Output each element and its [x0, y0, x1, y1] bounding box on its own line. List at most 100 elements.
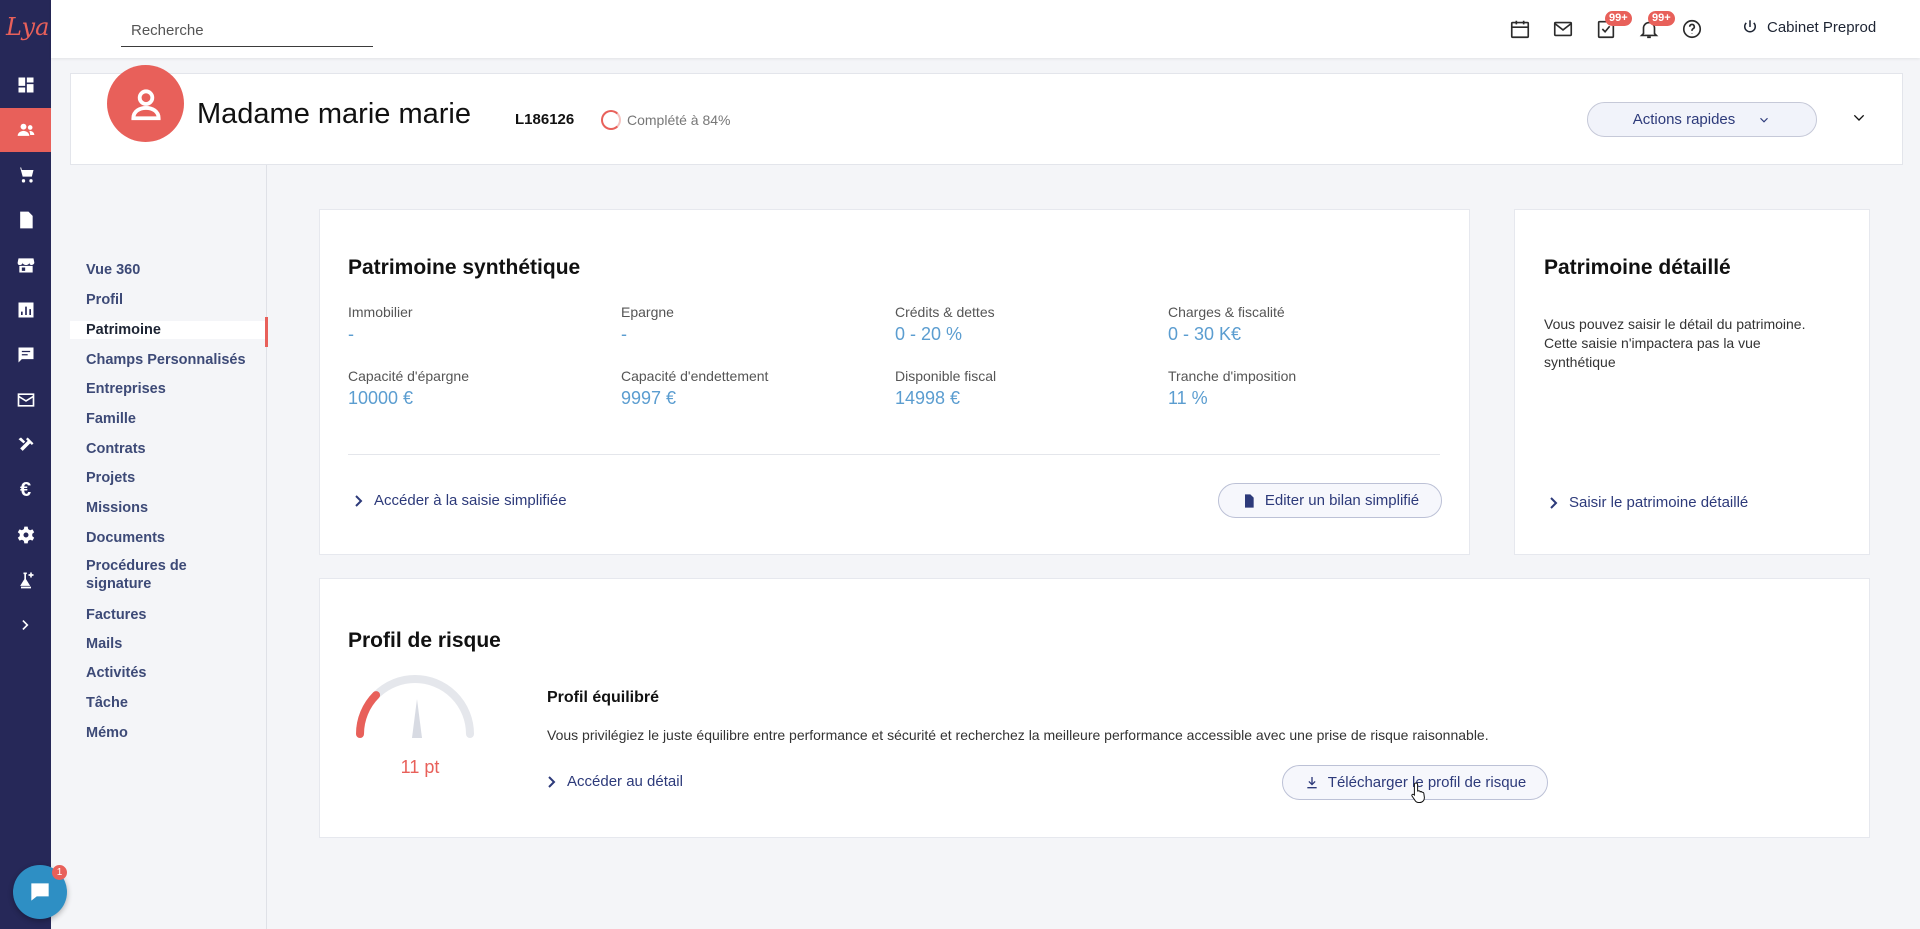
chevron-down-icon [1760, 117, 1769, 123]
subnav-item-famille[interactable]: Famille [70, 410, 267, 428]
collapse-header-button[interactable] [1851, 110, 1871, 130]
subnav-item-patrimoine[interactable]: Patrimoine [70, 317, 268, 347]
subnav-item-contrats[interactable]: Contrats [70, 440, 267, 458]
field-label: Tranche d'imposition [1168, 368, 1297, 384]
gauge-needle [412, 699, 422, 738]
field-capacite-epargne: Capacité d'épargne 10000 € [348, 368, 608, 409]
app-rail: Lya € [0, 0, 51, 929]
risk-gauge [356, 675, 474, 738]
chat-bubble-icon [31, 883, 49, 901]
field-value: 14998 € [895, 388, 961, 408]
card-title: Patrimoine synthétique [348, 256, 581, 279]
link-label: Saisir le patrimoine détaillé [1569, 494, 1749, 511]
power-icon [1744, 20, 1756, 33]
field-value: 0 - 30 K€ [1168, 324, 1242, 344]
euro-icon[interactable]: € [0, 468, 51, 512]
user-icon [130, 88, 161, 120]
quick-actions-label: Actions rapides [1632, 111, 1736, 128]
app-logo[interactable]: Lya [6, 12, 49, 42]
field-label: Immobilier [348, 304, 413, 320]
field-charges-fiscalite: Charges & fiscalité 0 - 30 K€ [1168, 304, 1428, 345]
patrimoine-synthetique-card: Patrimoine synthétique Immobilier - Eparg… [319, 209, 1470, 555]
field-label: Capacité d'endettement [621, 368, 769, 384]
field-label: Epargne [621, 304, 674, 320]
acceder-detail-link[interactable]: Accéder au détail [547, 773, 683, 790]
chat-launcher-button[interactable]: 1 [13, 865, 67, 919]
download-icon [1307, 776, 1317, 788]
card-description: Vous pouvez saisir le détail du patrimoi… [1544, 316, 1806, 370]
field-value: 0 - 20 % [895, 324, 963, 344]
field-value: 11 % [1168, 388, 1208, 408]
subnav-item-tache[interactable]: Tâche [70, 694, 267, 712]
subnav-item-vue-360[interactable]: Vue 360 [70, 261, 267, 279]
field-label: Charges & fiscalité [1168, 304, 1285, 320]
saisie-simplifiee-link[interactable]: Accéder à la saisie simplifiée [354, 492, 567, 509]
subnav-item-memo[interactable]: Mémo [70, 724, 267, 742]
chat-unread-badge: 1 [52, 865, 67, 880]
chart-icon[interactable] [0, 288, 51, 332]
client-name: Madame marie marie [197, 98, 471, 130]
field-label: Capacité d'épargne [348, 368, 469, 384]
tools-icon[interactable] [0, 423, 51, 467]
chevron-right-icon [548, 775, 556, 788]
divider [348, 454, 1440, 455]
subnav-item-champs-personnalises[interactable]: Champs Personnalisés [70, 351, 267, 369]
calendar-icon[interactable] [1509, 18, 1531, 40]
link-label: Accéder au détail [567, 773, 683, 790]
client-subnav: Vue 360 Profil Patrimoine Champs Personn… [70, 165, 268, 929]
chevron-right-icon [1550, 496, 1558, 509]
help-icon[interactable] [1681, 18, 1703, 40]
risk-score: 11 pt [400, 757, 440, 777]
account-logout-button[interactable]: Cabinet Preprod [1741, 18, 1876, 36]
field-value: - [348, 324, 354, 344]
profile-name: Profil équilibré [547, 689, 660, 706]
lab-icon[interactable] [0, 558, 51, 602]
quick-actions-dropdown[interactable]: Actions rapides [1587, 102, 1817, 137]
subnav-item-factures[interactable]: Factures [70, 606, 267, 624]
field-immobilier: Immobilier - [348, 304, 608, 345]
subnav-item-activites[interactable]: Activités [70, 664, 267, 682]
avatar [107, 65, 184, 142]
subnav-item-projets[interactable]: Projets [70, 469, 267, 487]
envelope-icon[interactable] [1552, 18, 1574, 40]
profil-risque-card: Profil de risque 11 pt Profil équilibré … [319, 578, 1870, 838]
profile-description: Vous privilégiez le juste équilibre entr… [547, 727, 1489, 743]
message-icon[interactable] [0, 333, 51, 377]
completion-status: Complété à 84% [601, 110, 731, 130]
search-input[interactable] [121, 14, 373, 47]
document-icon[interactable] [0, 198, 51, 242]
chevron-down-icon [1853, 114, 1865, 121]
field-disponible-fiscal: Disponible fiscal 14998 € [895, 368, 1155, 409]
subnav-item-profil[interactable]: Profil [70, 291, 267, 309]
field-label: Crédits & dettes [895, 304, 995, 320]
progress-ring-icon [601, 110, 621, 130]
cart-icon[interactable] [0, 153, 51, 197]
field-epargne: Epargne - [621, 304, 881, 345]
client-header: Madame marie marie L186126 Complété à 84… [70, 65, 1903, 165]
gear-icon[interactable] [0, 513, 51, 557]
subnav-item-missions[interactable]: Missions [70, 499, 267, 517]
expand-rail-icon[interactable] [0, 603, 51, 647]
field-label: Disponible fiscal [895, 368, 997, 384]
hand-cursor-icon [1411, 782, 1425, 803]
link-label: Accéder à la saisie simplifiée [374, 492, 567, 509]
subnav-item-mails[interactable]: Mails [70, 635, 267, 653]
bell-icon[interactable]: 99+ [1638, 11, 1675, 40]
top-bar: 99+ 99+ Cabinet Preprod [51, 0, 1920, 58]
file-icon [1244, 493, 1254, 508]
dashboard-icon[interactable] [0, 63, 51, 107]
patrimoine-detaille-card: Patrimoine détaillé Vous pouvez saisir l… [1514, 209, 1870, 555]
store-icon[interactable] [0, 243, 51, 287]
edit-bilan-button[interactable]: Editer un bilan simplifié [1218, 483, 1442, 518]
subnav-item-procedures-signature[interactable]: Procédures de signature [70, 557, 210, 593]
chevron-right-icon [355, 494, 363, 507]
field-value: 10000 € [348, 388, 414, 408]
subnav-item-entreprises[interactable]: Entreprises [70, 380, 267, 398]
clients-icon[interactable] [0, 108, 51, 152]
tasks-icon[interactable]: 99+ [1595, 11, 1632, 40]
saisir-patrimoine-link[interactable]: Saisir le patrimoine détaillé [1549, 494, 1748, 511]
field-value: 9997 € [621, 388, 677, 408]
client-id: L186126 [515, 111, 575, 128]
mail-icon[interactable] [0, 378, 51, 422]
subnav-item-documents[interactable]: Documents [70, 529, 267, 547]
